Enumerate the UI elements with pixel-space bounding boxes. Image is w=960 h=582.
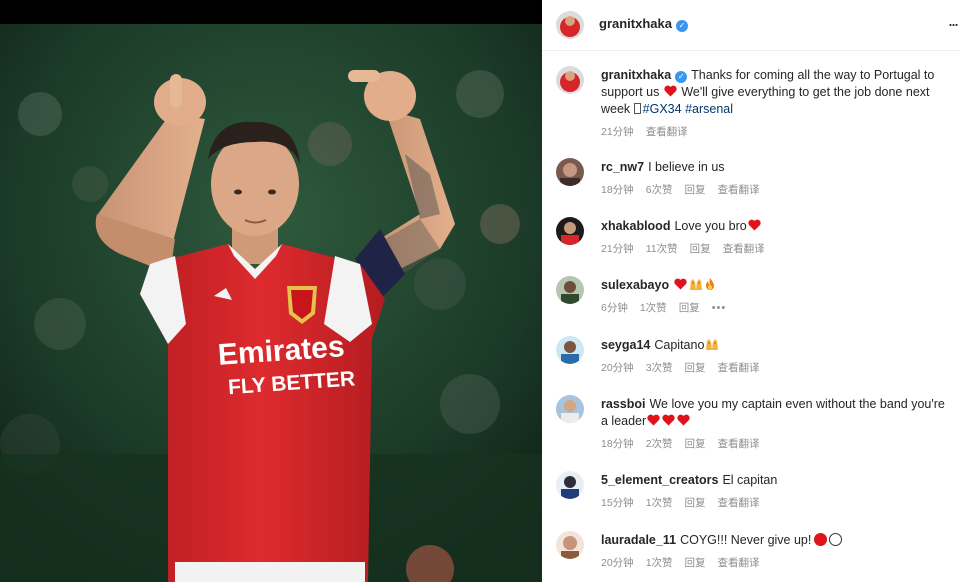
heart-emoji bbox=[662, 414, 675, 426]
hashtag-arsenal[interactable]: #arsenal bbox=[685, 102, 733, 116]
raised-hands-emoji bbox=[706, 339, 719, 350]
comment-likes[interactable]: 6次赞 bbox=[646, 184, 673, 196]
commenter-avatar[interactable] bbox=[556, 158, 584, 186]
comment-meta: 21分钟 11次赞 回复 查看翻译 bbox=[601, 241, 777, 256]
reply-button[interactable]: 回复 bbox=[690, 243, 711, 255]
comment-meta: 20分钟 3次赞 回复 查看翻译 bbox=[601, 360, 772, 375]
comment-likes[interactable]: 1次赞 bbox=[646, 497, 673, 509]
caption-username[interactable]: granitxhaka bbox=[601, 68, 671, 82]
comment-time[interactable]: 20分钟 bbox=[601, 362, 634, 374]
comment-likes[interactable]: 11次赞 bbox=[646, 243, 678, 255]
comment-time[interactable]: 15分钟 bbox=[601, 497, 634, 509]
comment-meta: 6分钟 1次赞 回复 ••• bbox=[601, 300, 738, 315]
reply-button[interactable]: 回复 bbox=[685, 497, 706, 509]
comment-username[interactable]: seyga14 bbox=[601, 338, 650, 352]
see-translation-button[interactable]: 查看翻译 bbox=[718, 557, 760, 569]
comment-username[interactable]: 5_element_creators bbox=[601, 473, 718, 487]
comment-meta: 18分钟 6次赞 回复 查看翻译 bbox=[601, 182, 772, 197]
red-circle-emoji bbox=[814, 533, 828, 546]
white-circle-emoji bbox=[829, 533, 843, 546]
verified-badge-icon: ✓ bbox=[675, 71, 688, 83]
heart-emoji bbox=[664, 85, 677, 97]
hashtag-gx34[interactable]: #GX34 bbox=[643, 102, 682, 116]
author-username[interactable]: granitxhaka ✓ bbox=[599, 16, 688, 32]
commenter-avatar[interactable] bbox=[556, 395, 584, 423]
comment-time[interactable]: 6分钟 bbox=[601, 302, 628, 314]
photo-top-bar bbox=[0, 0, 542, 24]
see-translation-button[interactable]: 查看翻译 bbox=[646, 126, 688, 138]
comment-username[interactable]: rc_nw7 bbox=[601, 160, 644, 174]
commenter-avatar[interactable] bbox=[556, 531, 584, 559]
player-photo: Emirates FLY BETTER bbox=[0, 24, 542, 582]
see-translation-button[interactable]: 查看翻译 bbox=[718, 438, 760, 450]
see-translation-button[interactable]: 查看翻译 bbox=[718, 497, 760, 509]
fire-emoji bbox=[706, 278, 715, 290]
comment-time[interactable]: 21分钟 bbox=[601, 243, 634, 255]
comment-text: Love you bro bbox=[674, 219, 747, 233]
comment-time[interactable]: 20分钟 bbox=[601, 557, 634, 569]
comment-text: El capitan bbox=[722, 473, 778, 487]
see-translation-button[interactable]: 查看翻译 bbox=[718, 184, 760, 196]
heart-emoji bbox=[677, 414, 690, 426]
more-options-icon[interactable]: ... bbox=[948, 11, 959, 29]
reply-button[interactable]: 回复 bbox=[685, 557, 706, 569]
comment-likes[interactable]: 2次赞 bbox=[646, 438, 673, 450]
commenter-avatar[interactable] bbox=[556, 276, 584, 304]
comment-text: I believe in us bbox=[648, 160, 725, 174]
heart-emoji bbox=[647, 414, 660, 426]
heart-emoji bbox=[748, 219, 761, 231]
comment-meta: 15分钟 1次赞 回复 查看翻译 bbox=[601, 495, 772, 510]
comment-more-options-icon[interactable]: ••• bbox=[712, 302, 727, 314]
comment-meta: 18分钟 2次赞 回复 查看翻译 bbox=[601, 436, 772, 451]
reply-button[interactable]: 回复 bbox=[679, 302, 700, 314]
caption-author-avatar[interactable] bbox=[556, 66, 584, 94]
reply-button[interactable]: 回复 bbox=[685, 362, 706, 374]
unsupported-glyph-icon bbox=[633, 103, 641, 114]
post-header: granitxhaka ✓ ... bbox=[542, 0, 960, 51]
comment-time[interactable]: 18分钟 bbox=[601, 438, 634, 450]
comment-text: COYG!!! Never give up! bbox=[680, 533, 812, 547]
comment-text: Capitano bbox=[654, 338, 705, 352]
commenter-avatar[interactable] bbox=[556, 217, 584, 245]
raised-hands-emoji bbox=[690, 279, 703, 290]
caption-meta: 21分钟 查看翻译 bbox=[601, 124, 700, 139]
post-side-panel: granitxhaka ✓ ... granitxhaka ✓ Thanks for … bbox=[542, 0, 960, 582]
caption-time[interactable]: 21分钟 bbox=[601, 126, 634, 138]
heart-emoji bbox=[674, 278, 687, 290]
see-translation-button[interactable]: 查看翻译 bbox=[723, 243, 765, 255]
see-translation-button[interactable]: 查看翻译 bbox=[718, 362, 760, 374]
post-photo: Emirates FLY BETTER bbox=[0, 0, 542, 582]
commenter-avatar[interactable] bbox=[556, 471, 584, 499]
reply-button[interactable]: 回复 bbox=[685, 184, 706, 196]
verified-badge-icon: ✓ bbox=[675, 20, 688, 32]
comment-meta: 20分钟 1次赞 回复 查看翻译 bbox=[601, 555, 772, 570]
comment-likes[interactable]: 3次赞 bbox=[646, 362, 673, 374]
author-avatar[interactable] bbox=[556, 11, 584, 39]
comment-time[interactable]: 18分钟 bbox=[601, 184, 634, 196]
comment-likes[interactable]: 1次赞 bbox=[646, 557, 673, 569]
comment-username[interactable]: lauradale_11 bbox=[601, 533, 676, 547]
reply-button[interactable]: 回复 bbox=[685, 438, 706, 450]
comment-username[interactable]: sulexabayo bbox=[601, 278, 669, 292]
author-username-text[interactable]: granitxhaka bbox=[599, 16, 672, 31]
commenter-avatar[interactable] bbox=[556, 336, 584, 364]
comment-likes[interactable]: 1次赞 bbox=[640, 302, 667, 314]
comment-username[interactable]: xhakablood bbox=[601, 219, 670, 233]
comment-username[interactable]: rassboi bbox=[601, 397, 645, 411]
